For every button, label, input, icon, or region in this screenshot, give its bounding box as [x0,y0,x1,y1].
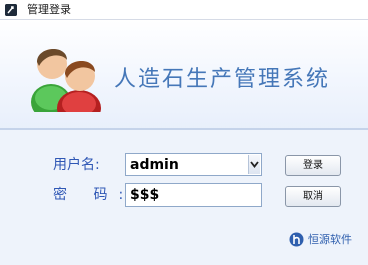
brand-name: 恒源软件 [308,233,352,246]
password-label: 密 码: [53,187,135,203]
password-value: $$$ [130,187,160,203]
chevron-down-icon [250,161,259,168]
users-icon [31,48,101,112]
username-dropdown-button[interactable] [248,155,260,174]
login-window: 管理登录 人造石生产管理系统 用户名: admin 密 码: $$$ 登录 取消 [0,0,368,265]
password-field[interactable]: $$$ [125,183,262,207]
titlebar: 管理登录 [0,0,368,20]
login-button[interactable]: 登录 [285,155,341,176]
username-value: admin [130,157,179,173]
cancel-button[interactable]: 取消 [285,186,341,207]
app-title: 人造石生产管理系统 [114,67,331,92]
brand-logo-icon [289,232,304,247]
window-title: 管理登录 [27,3,71,16]
username-label: 用户名: [53,157,100,173]
username-combobox[interactable]: admin [125,153,262,176]
app-icon [5,4,17,16]
